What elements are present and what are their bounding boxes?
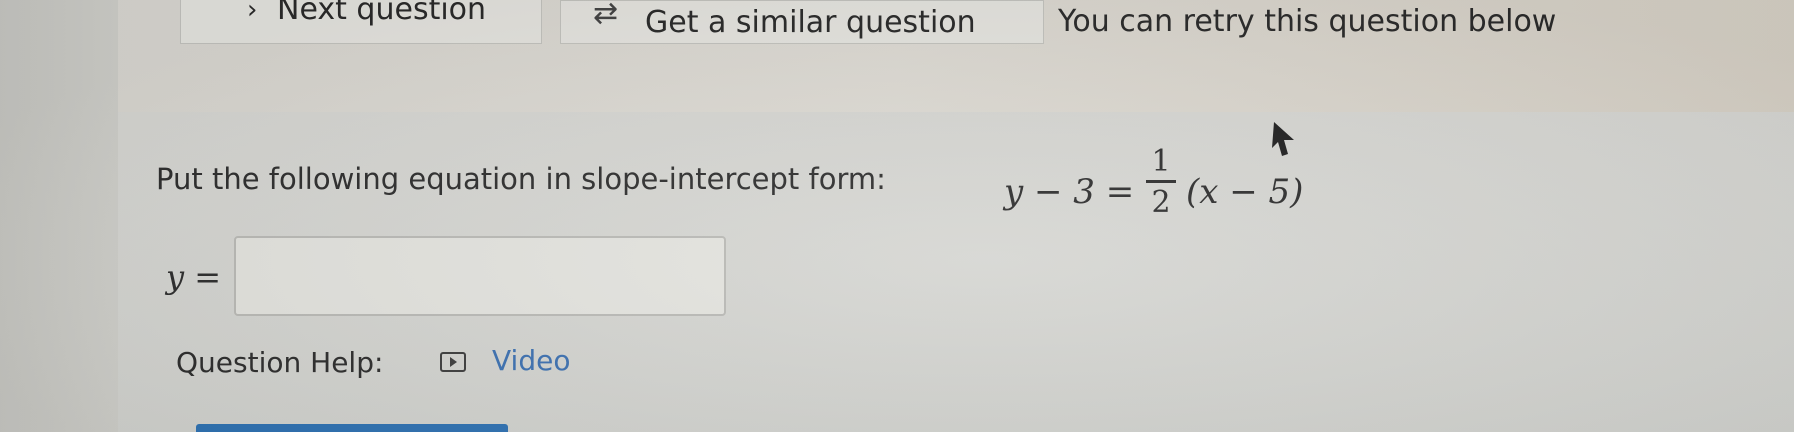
- question-help-label: Question Help:: [176, 346, 384, 379]
- answer-input[interactable]: [234, 236, 726, 316]
- next-question-label: Next question: [277, 0, 487, 27]
- equation-rhs: (x − 5): [1186, 172, 1304, 212]
- mouse-cursor-icon: [1272, 122, 1294, 156]
- video-play-icon: [440, 352, 466, 372]
- similar-question-button[interactable]: ⇄ Get a similar question: [560, 0, 1044, 44]
- similar-question-label: Get a similar question: [645, 5, 976, 40]
- answer-label: y =: [166, 258, 222, 296]
- retry-message: You can retry this question below: [1058, 4, 1557, 39]
- left-page-margin: [0, 0, 118, 432]
- equation-fraction: 1 2: [1144, 144, 1178, 223]
- submit-button[interactable]: [196, 424, 508, 432]
- fraction-denominator: 2: [1151, 185, 1171, 220]
- next-question-button[interactable]: › Next question: [180, 0, 542, 44]
- chevron-right-icon: ›: [247, 0, 258, 25]
- question-prompt: Put the following equation in slope-inte…: [156, 162, 886, 196]
- fraction-numerator: 1: [1151, 144, 1171, 179]
- equation-lhs: y − 3 =: [1004, 172, 1135, 212]
- video-link-label: Video: [492, 344, 571, 377]
- retry-arrows-icon: ⇄: [593, 0, 619, 31]
